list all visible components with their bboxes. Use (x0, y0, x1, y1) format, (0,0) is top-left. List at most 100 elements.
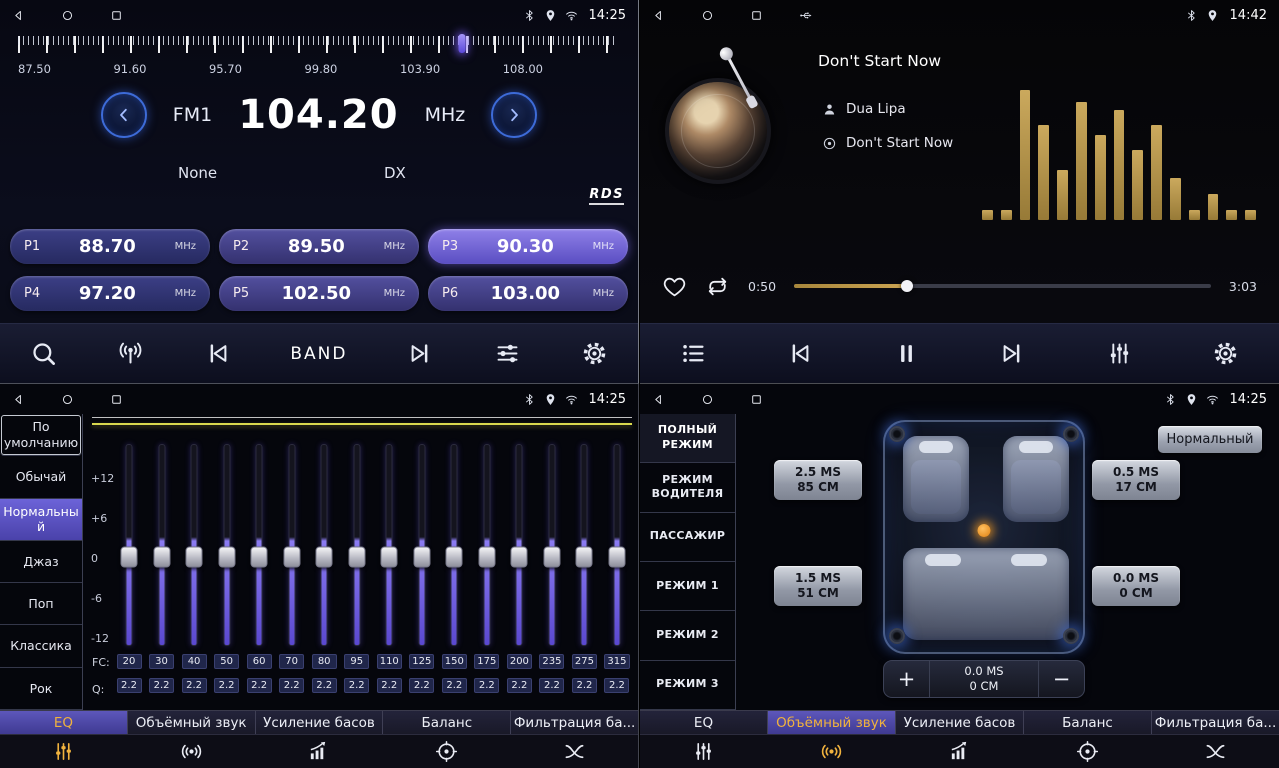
eq-preset-item[interactable]: Обычай (0, 456, 82, 498)
increase-delay-button[interactable]: + (884, 661, 930, 697)
audio-tab[interactable]: Объёмный звук (128, 711, 256, 734)
eq-tab-icon-button[interactable] (0, 735, 128, 768)
balance-tab-icon-button[interactable] (1023, 735, 1151, 768)
decrease-delay-button[interactable]: − (1038, 661, 1084, 697)
preset-p4[interactable]: P4 97.20 MHz (10, 276, 210, 311)
scan-button[interactable] (30, 340, 57, 367)
eq-slider[interactable] (214, 444, 240, 646)
eq-slider[interactable] (149, 444, 175, 646)
eq-preset-item[interactable]: Поп (0, 583, 82, 625)
audio-tab[interactable]: Баланс (383, 711, 511, 734)
surround-mode-item[interactable]: РЕЖИМ 3 (640, 661, 735, 710)
surround-mode-item[interactable]: РЕЖИМ 1 (640, 562, 735, 611)
audio-tab[interactable]: EQ (0, 711, 128, 734)
frequency-ruler[interactable] (18, 36, 618, 56)
audio-tab[interactable]: Баланс (1024, 711, 1152, 734)
back-button[interactable] (652, 9, 665, 22)
delay-front-right[interactable]: 0.5 MS 17 CM (1092, 460, 1180, 500)
band-button[interactable]: BAND (290, 344, 347, 364)
filter-tab-icon-button[interactable] (1151, 735, 1279, 768)
eq-slider-handle[interactable] (413, 547, 430, 568)
settings-button[interactable] (581, 340, 608, 367)
eq-tab-icon-button[interactable] (640, 735, 768, 768)
balance-tab-icon-button[interactable] (383, 735, 511, 768)
eq-slider-handle[interactable] (316, 547, 333, 568)
eq-slider[interactable] (409, 444, 435, 646)
home-button[interactable] (701, 393, 714, 406)
next-station-button[interactable] (407, 340, 434, 367)
audio-settings-button[interactable] (494, 340, 521, 367)
recents-button[interactable] (110, 393, 123, 406)
tuner-button[interactable] (117, 340, 144, 367)
audio-tab[interactable]: Фильтрация ба... (1152, 711, 1279, 734)
audio-tab[interactable]: Объёмный звук (768, 711, 896, 734)
eq-slider-handle[interactable] (153, 547, 170, 568)
eq-slider[interactable] (506, 444, 532, 646)
preset-p2[interactable]: P2 89.50 MHz (219, 229, 419, 264)
back-button[interactable] (12, 9, 25, 22)
eq-slider-handle[interactable] (251, 547, 268, 568)
bass-boost-tab-icon-button[interactable] (255, 735, 383, 768)
audio-tab[interactable]: Фильтрация ба... (511, 711, 638, 734)
audio-tab[interactable]: Усиление басов (256, 711, 384, 734)
next-track-button[interactable] (999, 340, 1026, 367)
audio-tab[interactable]: EQ (640, 711, 768, 734)
repeat-button[interactable] (705, 274, 730, 299)
eq-slider[interactable] (181, 444, 207, 646)
filter-tab-icon-button[interactable] (510, 735, 638, 768)
eq-preset-item[interactable]: Рок (0, 668, 82, 710)
recents-button[interactable] (750, 393, 763, 406)
delay-front-left[interactable]: 2.5 MS 85 CM (774, 460, 862, 500)
recents-button[interactable] (750, 9, 763, 22)
surround-tab-icon-button[interactable] (128, 735, 256, 768)
surround-mode-item[interactable]: ПОЛНЫЙ РЕЖИМ (640, 414, 735, 463)
eq-slider-handle[interactable] (218, 547, 235, 568)
surround-mode-item[interactable]: РЕЖИМ 2 (640, 611, 735, 660)
eq-slider[interactable] (311, 444, 337, 646)
eq-slider-handle[interactable] (348, 547, 365, 568)
recents-button[interactable] (110, 9, 123, 22)
mixer-button[interactable] (1106, 340, 1133, 367)
eq-slider-handle[interactable] (381, 547, 398, 568)
eq-slider[interactable] (539, 444, 565, 646)
eq-slider[interactable] (376, 444, 402, 646)
eq-slider-handle[interactable] (478, 547, 495, 568)
home-button[interactable] (61, 9, 74, 22)
surround-tab-icon-button[interactable] (768, 735, 896, 768)
tune-down-button[interactable] (101, 92, 147, 138)
eq-slider[interactable] (441, 444, 467, 646)
surround-mode-item[interactable]: ПАССАЖИР (640, 513, 735, 562)
previous-track-button[interactable] (786, 340, 813, 367)
previous-station-button[interactable] (204, 340, 231, 367)
tune-up-button[interactable] (491, 92, 537, 138)
eq-slider[interactable] (344, 444, 370, 646)
eq-slider-handle[interactable] (608, 547, 625, 568)
back-button[interactable] (652, 393, 665, 406)
preset-p3[interactable]: P3 90.30 MHz (428, 229, 628, 264)
bass-boost-tab-icon-button[interactable] (896, 735, 1024, 768)
album-art[interactable] (665, 78, 771, 184)
listening-position-dot[interactable] (978, 524, 991, 537)
eq-preset-item[interactable]: Нормальный (0, 499, 82, 541)
preset-p5[interactable]: P5 102.50 MHz (219, 276, 419, 311)
progress-thumb[interactable] (901, 280, 913, 292)
delay-rear-left[interactable]: 1.5 MS 51 CM (774, 566, 862, 606)
back-button[interactable] (12, 393, 25, 406)
audio-tab[interactable]: Усиление басов (896, 711, 1024, 734)
eq-slider[interactable] (474, 444, 500, 646)
eq-slider-handle[interactable] (446, 547, 463, 568)
eq-slider-handle[interactable] (186, 547, 203, 568)
preset-p1[interactable]: P1 88.70 MHz (10, 229, 210, 264)
eq-slider[interactable] (246, 444, 272, 646)
eq-slider[interactable] (279, 444, 305, 646)
eq-slider[interactable] (116, 444, 142, 646)
pause-button[interactable] (893, 340, 920, 367)
eq-slider[interactable] (604, 444, 630, 646)
surround-preset-button[interactable]: Нормальный (1158, 426, 1262, 453)
eq-slider-handle[interactable] (543, 547, 560, 568)
playlist-button[interactable] (680, 340, 707, 367)
eq-slider-handle[interactable] (576, 547, 593, 568)
progress-bar[interactable] (794, 284, 1211, 288)
eq-preset-item[interactable]: По умолчанию (0, 414, 82, 456)
settings-button[interactable] (1212, 340, 1239, 367)
